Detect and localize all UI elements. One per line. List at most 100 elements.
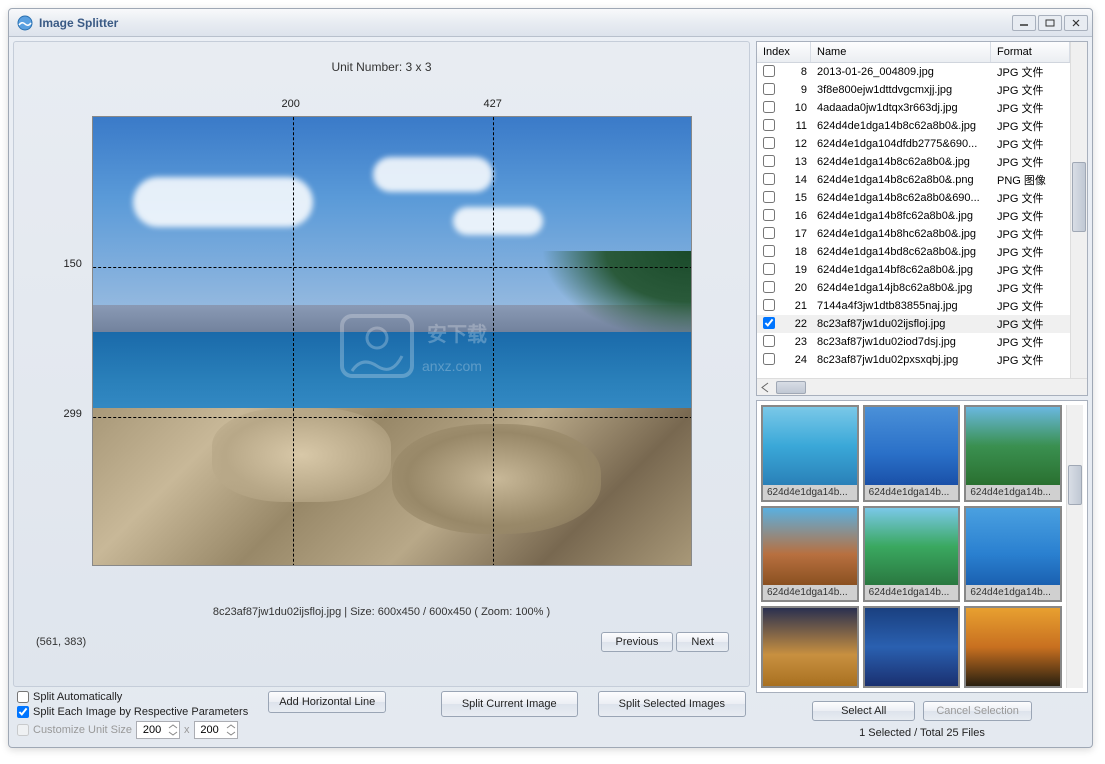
- thumbnail-item[interactable]: [761, 606, 859, 688]
- row-index: 15: [787, 192, 817, 204]
- split-selected-button[interactable]: Split Selected Images: [598, 691, 746, 717]
- row-index: 14: [787, 174, 817, 186]
- row-name: 624d4e1dga14b8fc62a8b0&.jpg: [817, 210, 997, 222]
- grid-line-v1[interactable]: [293, 116, 294, 566]
- previous-button[interactable]: Previous: [601, 632, 674, 652]
- table-row[interactable]: 14624d4e1dga14b8c62a8b0&.pngPNG 图像: [757, 171, 1070, 189]
- table-row[interactable]: 20624d4e1dga14jb8c62a8b0&.jpgJPG 文件: [757, 279, 1070, 297]
- table-row[interactable]: 13624d4e1dga14b8c62a8b0&.jpgJPG 文件: [757, 153, 1070, 171]
- canvas-wrap: 200 427 150 299 安下载anxz.com: [42, 86, 722, 596]
- unit-number-label: Unit Number: 3 x 3: [34, 52, 729, 86]
- row-index: 20: [787, 282, 817, 294]
- row-name: 8c23af87jw1du02iod7dsj.jpg: [817, 336, 997, 348]
- width-spinner[interactable]: [136, 721, 180, 739]
- left-panel: Unit Number: 3 x 3 200: [13, 41, 750, 739]
- row-checkbox[interactable]: [763, 155, 775, 167]
- option-split-each[interactable]: Split Each Image by Respective Parameter…: [17, 706, 248, 718]
- thumbnail-item[interactable]: 624d4e1dga14b...: [761, 506, 859, 603]
- row-checkbox[interactable]: [763, 137, 775, 149]
- split-each-checkbox[interactable]: [17, 706, 29, 718]
- grid-line-h2[interactable]: [92, 417, 692, 418]
- row-checkbox[interactable]: [763, 101, 775, 113]
- thumbnail-item[interactable]: 624d4e1dga14b...: [761, 405, 859, 502]
- row-checkbox[interactable]: [763, 335, 775, 347]
- height-input[interactable]: [195, 722, 225, 738]
- row-checkbox[interactable]: [763, 245, 775, 257]
- cancel-selection-button[interactable]: Cancel Selection: [923, 701, 1032, 721]
- split-current-button[interactable]: Split Current Image: [441, 691, 578, 717]
- list-hscrollbar[interactable]: [757, 378, 1087, 395]
- height-spinner[interactable]: [194, 721, 238, 739]
- col-format[interactable]: Format: [991, 42, 1070, 62]
- col-name[interactable]: Name: [811, 42, 991, 62]
- thumbnail-item[interactable]: 624d4e1dga14b...: [964, 405, 1062, 502]
- row-checkbox[interactable]: [763, 281, 775, 293]
- table-row[interactable]: 15624d4e1dga14b8c62a8b0&690...JPG 文件: [757, 189, 1070, 207]
- table-row[interactable]: 93f8e800ejw1dttdvgcmxjj.jpgJPG 文件: [757, 81, 1070, 99]
- table-row[interactable]: 12624d4e1dga104dfdb2775&690...JPG 文件: [757, 135, 1070, 153]
- col-index[interactable]: Index: [757, 42, 811, 62]
- image-canvas[interactable]: [92, 116, 692, 566]
- row-format: PNG 图像: [997, 172, 1064, 188]
- row-index: 12: [787, 138, 817, 150]
- thumbnail-caption: 624d4e1dga14b...: [865, 485, 959, 500]
- row-checkbox[interactable]: [763, 353, 775, 365]
- row-checkbox[interactable]: [763, 209, 775, 221]
- grid-line-v2[interactable]: [493, 116, 494, 566]
- minimize-button[interactable]: [1012, 15, 1036, 31]
- row-checkbox[interactable]: [763, 227, 775, 239]
- split-auto-checkbox[interactable]: [17, 691, 29, 703]
- table-row[interactable]: 16624d4e1dga14b8fc62a8b0&.jpgJPG 文件: [757, 207, 1070, 225]
- row-index: 19: [787, 264, 817, 276]
- row-checkbox[interactable]: [763, 263, 775, 275]
- grid-line-h1[interactable]: [92, 267, 692, 268]
- width-input[interactable]: [137, 722, 167, 738]
- table-row[interactable]: 19624d4e1dga14bf8c62a8b0&.jpgJPG 文件: [757, 261, 1070, 279]
- row-checkbox[interactable]: [763, 83, 775, 95]
- add-horizontal-button[interactable]: Add Horizontal Line: [268, 691, 386, 713]
- row-format: JPG 文件: [997, 262, 1064, 278]
- row-index: 9: [787, 84, 817, 96]
- table-row[interactable]: 18624d4e1dga14bd8c62a8b0&.jpgJPG 文件: [757, 243, 1070, 261]
- row-checkbox[interactable]: [763, 173, 775, 185]
- select-all-button[interactable]: Select All: [812, 701, 915, 721]
- list-body[interactable]: 82013-01-26_004809.jpgJPG 文件93f8e800ejw1…: [757, 63, 1070, 378]
- row-format: JPG 文件: [997, 226, 1064, 242]
- row-checkbox[interactable]: [763, 119, 775, 131]
- table-row[interactable]: 217144a4f3jw1dtb83855naj.jpgJPG 文件: [757, 297, 1070, 315]
- content-area: Unit Number: 3 x 3 200: [9, 37, 1092, 747]
- table-row[interactable]: 228c23af87jw1du02ijsfloj.jpgJPG 文件: [757, 315, 1070, 333]
- list-vscrollbar[interactable]: [1070, 42, 1087, 378]
- close-button[interactable]: [1064, 15, 1088, 31]
- thumbs-vscrollbar[interactable]: [1066, 405, 1083, 688]
- table-row[interactable]: 104adaada0jw1dtqx3r663dj.jpgJPG 文件: [757, 99, 1070, 117]
- next-button[interactable]: Next: [676, 632, 729, 652]
- row-index: 23: [787, 336, 817, 348]
- row-checkbox[interactable]: [763, 317, 775, 329]
- table-row[interactable]: 11624d4de1dga14b8c62a8b0&.jpgJPG 文件: [757, 117, 1070, 135]
- row-checkbox[interactable]: [763, 191, 775, 203]
- titlebar[interactable]: Image Splitter: [9, 9, 1092, 37]
- thumbnail-image: [865, 407, 959, 485]
- thumbnails-panel: 624d4e1dga14b...624d4e1dga14b...624d4e1d…: [756, 400, 1088, 693]
- row-checkbox[interactable]: [763, 299, 775, 311]
- maximize-button[interactable]: [1038, 15, 1062, 31]
- thumbnail-item[interactable]: [863, 606, 961, 688]
- selection-stats: 1 Selected / Total 25 Files: [859, 727, 985, 739]
- thumbnail-item[interactable]: 624d4e1dga14b...: [863, 506, 961, 603]
- table-row[interactable]: 17624d4e1dga14b8hc62a8b0&.jpgJPG 文件: [757, 225, 1070, 243]
- option-split-auto[interactable]: Split Automatically: [17, 691, 248, 703]
- row-checkbox[interactable]: [763, 65, 775, 77]
- table-row[interactable]: 238c23af87jw1du02iod7dsj.jpgJPG 文件: [757, 333, 1070, 351]
- table-row[interactable]: 82013-01-26_004809.jpgJPG 文件: [757, 63, 1070, 81]
- thumbnail-item[interactable]: [964, 606, 1062, 688]
- thumbnail-image: [763, 608, 857, 686]
- split-each-label: Split Each Image by Respective Parameter…: [33, 706, 248, 718]
- thumbnail-item[interactable]: 624d4e1dga14b...: [863, 405, 961, 502]
- app-window: Image Splitter Unit Number: 3 x 3: [8, 8, 1093, 748]
- row-name: 8c23af87jw1du02pxsxqbj.jpg: [817, 354, 997, 366]
- right-panel: Index Name Format 82013-01-26_004809.jpg…: [756, 41, 1088, 739]
- thumbnail-item[interactable]: 624d4e1dga14b...: [964, 506, 1062, 603]
- option-customize: Customize Unit Size x: [17, 721, 248, 739]
- table-row[interactable]: 248c23af87jw1du02pxsxqbj.jpgJPG 文件: [757, 351, 1070, 369]
